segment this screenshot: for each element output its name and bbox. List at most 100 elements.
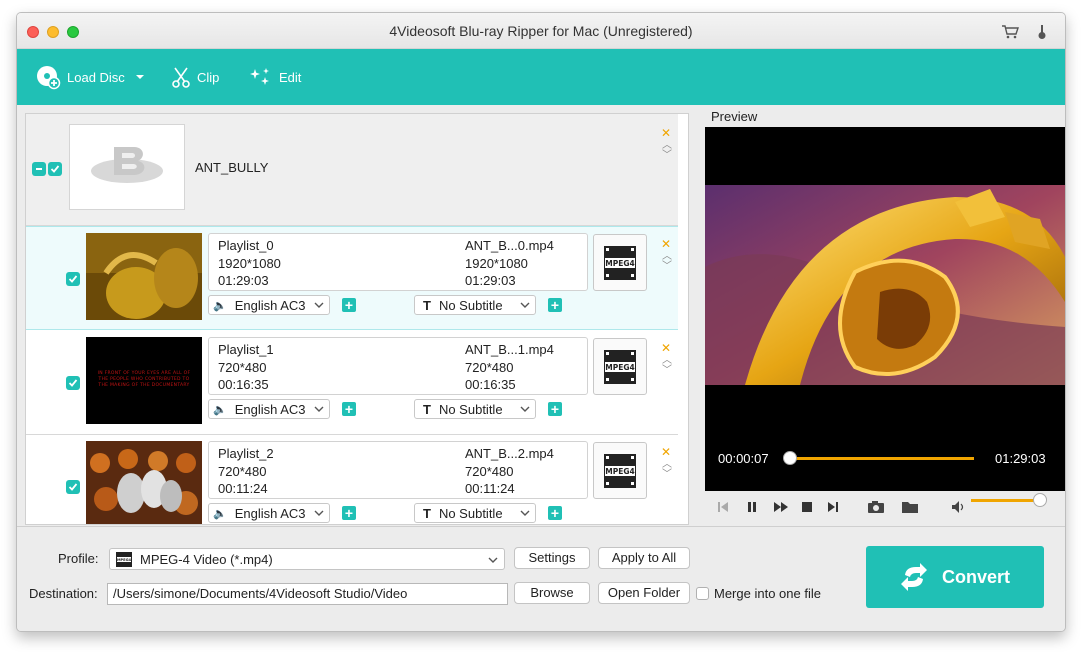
remove-title-icon[interactable]: ✕ bbox=[661, 341, 671, 355]
move-up-down-icon[interactable]: ︿ ﹀ bbox=[661, 356, 673, 376]
chevron-down-icon bbox=[314, 406, 324, 412]
output-format-button[interactable]: MPEG4 bbox=[593, 234, 647, 291]
title-bar: 4Videosoft Blu-ray Ripper for Mac (Unreg… bbox=[17, 13, 1065, 49]
add-audio-button[interactable]: + bbox=[342, 506, 356, 520]
remove-title-icon[interactable]: ✕ bbox=[661, 445, 671, 459]
progress-handle[interactable] bbox=[783, 451, 797, 465]
browse-button[interactable]: Browse bbox=[514, 582, 590, 604]
scissors-icon bbox=[172, 67, 190, 88]
speaker-icon: 🔈 bbox=[213, 299, 227, 312]
svg-text:MPEG4: MPEG4 bbox=[605, 259, 634, 268]
chevron-down-icon bbox=[488, 557, 498, 563]
merge-checkbox[interactable] bbox=[696, 587, 709, 600]
mpeg4-film-icon: MPEG4 bbox=[604, 454, 636, 488]
move-up-down-icon[interactable]: ︿ ﹀ bbox=[661, 460, 673, 480]
edit-label: Edit bbox=[279, 69, 302, 85]
settings-button[interactable]: Settings bbox=[514, 547, 590, 569]
remove-title-icon[interactable]: ✕ bbox=[661, 237, 671, 251]
edit-button[interactable]: Edit bbox=[249, 63, 301, 91]
volume-handle[interactable] bbox=[1033, 493, 1047, 507]
mpeg4-film-icon: MPEG4 bbox=[116, 552, 132, 567]
add-audio-button[interactable]: + bbox=[342, 402, 356, 416]
video-thumbnail bbox=[86, 441, 202, 524]
add-audio-button[interactable]: + bbox=[342, 298, 356, 312]
video-thumbnail bbox=[86, 233, 202, 320]
output-name: ANT_B...1.mp4 bbox=[465, 342, 554, 357]
subtitle-select[interactable]: T No Subtitle bbox=[414, 399, 536, 419]
toolbar: Load Disc Clip Edit bbox=[17, 49, 1065, 105]
chevron-down-icon bbox=[520, 406, 530, 412]
collapse-toggle[interactable] bbox=[32, 162, 46, 176]
register-key-icon[interactable] bbox=[1035, 24, 1049, 40]
subtitle-select[interactable]: T No Subtitle bbox=[414, 503, 536, 523]
disc-checkbox[interactable] bbox=[48, 162, 62, 176]
audio-track-select[interactable]: 🔈 English AC3 bbox=[208, 295, 330, 315]
source-name: Playlist_2 bbox=[218, 446, 274, 461]
source-resolution: 720*480 bbox=[218, 360, 267, 375]
profile-label: Profile: bbox=[58, 551, 99, 566]
stop-icon[interactable] bbox=[801, 500, 813, 514]
source-resolution: 1920*1080 bbox=[218, 256, 281, 271]
skip-back-icon[interactable] bbox=[717, 500, 729, 514]
title-row[interactable]: Playlist_2 720*480 00:11:24 ANT_B...2.mp… bbox=[26, 435, 678, 524]
playback-controls bbox=[705, 491, 1065, 525]
open-folder-button[interactable]: Open Folder bbox=[598, 582, 690, 604]
title-info-box: Playlist_1 720*480 00:16:35 ANT_B...1.mp… bbox=[208, 337, 588, 395]
volume-slider[interactable] bbox=[971, 499, 1041, 502]
dropdown-arrow-icon[interactable] bbox=[135, 73, 145, 81]
subtitle-select[interactable]: T No Subtitle bbox=[414, 295, 536, 315]
folder-icon[interactable] bbox=[901, 500, 919, 514]
title-row[interactable]: Playlist_0 1920*1080 01:29:03 ANT_B...0.… bbox=[26, 226, 678, 330]
profile-select[interactable]: MPEG4 MPEG-4 Video (*.mp4) bbox=[109, 548, 505, 570]
bottom-panel: Profile: MPEG4 MPEG-4 Video (*.mp4) Sett… bbox=[17, 526, 1065, 631]
output-format-button[interactable]: MPEG4 bbox=[593, 442, 647, 499]
add-subtitle-button[interactable]: + bbox=[548, 506, 562, 520]
snapshot-camera-icon[interactable] bbox=[867, 500, 885, 514]
convert-arrows-icon bbox=[900, 563, 927, 591]
mpeg4-film-icon: MPEG4 bbox=[604, 246, 636, 280]
apply-to-all-button[interactable]: Apply to All bbox=[598, 547, 690, 569]
volume-icon[interactable] bbox=[951, 500, 967, 514]
destination-field[interactable]: /Users/simone/Documents/4Videosoft Studi… bbox=[107, 583, 508, 605]
title-checkbox[interactable] bbox=[66, 272, 80, 286]
credits-text: IN FRONT OF YOUR EYES ARE ALL OF THE PEO… bbox=[97, 371, 191, 388]
chevron-down-icon bbox=[520, 302, 530, 308]
preview-label: Preview bbox=[711, 109, 758, 124]
convert-button[interactable]: Convert bbox=[866, 546, 1044, 608]
video-thumbnail: IN FRONT OF YOUR EYES ARE ALL OF THE PEO… bbox=[86, 337, 202, 424]
move-up-down-icon[interactable]: ︿ ﹀ bbox=[661, 141, 673, 161]
title-checkbox[interactable] bbox=[66, 376, 80, 390]
add-subtitle-button[interactable]: + bbox=[548, 402, 562, 416]
pause-icon[interactable] bbox=[746, 500, 758, 514]
current-time: 00:00:07 bbox=[718, 451, 769, 466]
add-subtitle-button[interactable]: + bbox=[548, 298, 562, 312]
progress-bar[interactable] bbox=[790, 457, 974, 460]
source-duration: 00:16:35 bbox=[218, 377, 269, 392]
subtitle-value: No Subtitle bbox=[438, 401, 503, 417]
remove-disc-icon[interactable]: ✕ bbox=[661, 126, 671, 140]
audio-track-select[interactable]: 🔈 English AC3 bbox=[208, 503, 330, 523]
skip-forward-icon[interactable] bbox=[827, 500, 839, 514]
output-resolution: 720*480 bbox=[465, 464, 514, 479]
merge-label: Merge into one file bbox=[714, 586, 821, 601]
app-window: 4Videosoft Blu-ray Ripper for Mac (Unreg… bbox=[16, 12, 1066, 632]
audio-track-select[interactable]: 🔈 English AC3 bbox=[208, 399, 330, 419]
output-resolution: 720*480 bbox=[465, 360, 514, 375]
move-up-down-icon[interactable]: ︿ ﹀ bbox=[661, 252, 673, 272]
fast-forward-icon[interactable] bbox=[773, 500, 789, 514]
title-checkbox[interactable] bbox=[66, 480, 80, 494]
cart-icon[interactable] bbox=[1001, 25, 1019, 39]
title-info-box: Playlist_2 720*480 00:11:24 ANT_B...2.mp… bbox=[208, 441, 588, 499]
title-info-box: Playlist_0 1920*1080 01:29:03 ANT_B...0.… bbox=[208, 233, 588, 291]
text-icon: T bbox=[423, 505, 431, 521]
output-format-button[interactable]: MPEG4 bbox=[593, 338, 647, 395]
window-title: 4Videosoft Blu-ray Ripper for Mac (Unreg… bbox=[389, 23, 693, 39]
audio-track-value: English AC3 bbox=[234, 297, 306, 313]
clip-label: Clip bbox=[197, 69, 220, 85]
svg-text:MPEG4: MPEG4 bbox=[117, 558, 132, 562]
bluray-logo-icon bbox=[91, 147, 163, 183]
clip-button[interactable]: Clip bbox=[171, 63, 219, 91]
disc-plus-icon bbox=[37, 66, 61, 90]
title-row[interactable]: IN FRONT OF YOUR EYES ARE ALL OF THE PEO… bbox=[26, 331, 678, 435]
load-disc-button[interactable]: Load Disc bbox=[35, 63, 151, 91]
